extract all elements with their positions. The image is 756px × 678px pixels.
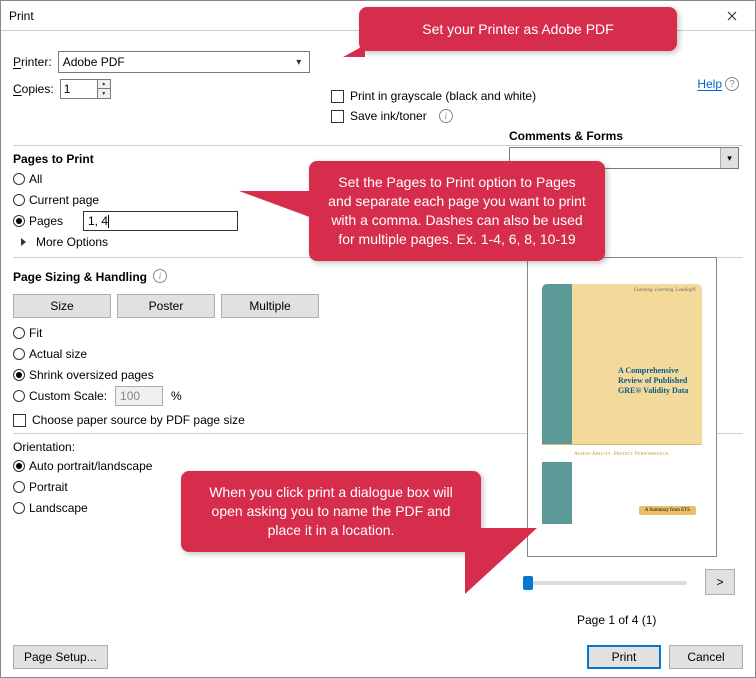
printer-select[interactable]: Adobe PDF ▾ [58,51,310,73]
print-preview: Listening. Learning. Leading® A Comprehe… [521,257,735,557]
chevron-down-icon: ▾ [720,148,738,168]
window-title: Print [9,9,34,23]
annotation-callout-printer: Set your Printer as Adobe PDF [359,7,677,51]
portrait-label: Portrait [29,480,68,494]
close-icon [727,11,737,21]
choose-source-label: Choose paper source by PDF page size [32,413,245,427]
copies-spinner[interactable]: ▲ ▼ [98,79,111,99]
fit-label: Fit [29,326,42,340]
next-page-button[interactable]: > [705,569,735,595]
radio-icon [13,481,25,493]
close-button[interactable] [709,1,755,31]
grayscale-checkbox[interactable]: Print in grayscale (black and white) [331,89,536,103]
spin-down-icon[interactable]: ▼ [98,89,110,98]
radio-current-label: Current page [29,193,99,207]
percent-label: % [171,389,182,403]
spin-up-icon[interactable]: ▲ [98,80,110,89]
annotation-callout-pages: Set the Pages to Print option to Pages a… [309,161,605,261]
multiple-button[interactable]: Multiple [221,294,319,318]
radio-icon [13,502,25,514]
footer: Page Setup... Print Cancel [1,637,755,677]
annotation-callout-print-dialog: When you click print a dialogue box will… [181,471,481,552]
poster-button[interactable]: Poster [117,294,215,318]
preview-summary-badge: A Summary from ETS [639,506,696,515]
actual-label: Actual size [29,347,87,361]
save-ink-checkbox[interactable]: Save ink/toner i [331,109,536,123]
radio-icon [13,194,25,206]
custom-scale-input: 100 [115,386,163,406]
pages-input-value: 1, 4 [88,214,108,228]
info-icon[interactable]: i [439,109,453,123]
preview-tagline-small: Listening. Learning. Leading® [634,288,696,293]
checkbox-icon [331,110,344,123]
help-link[interactable]: Help ? [697,77,739,91]
sizing-title: Page Sizing & Handling [13,270,147,284]
radio-icon [13,390,25,402]
chevron-down-icon: ▾ [291,54,307,70]
radio-icon [13,348,25,360]
checkbox-icon [13,414,26,427]
auto-orient-label: Auto portrait/landscape [29,459,152,473]
grayscale-label: Print in grayscale (black and white) [350,89,536,103]
preview-doc-title: A Comprehensive Review of Published GRE®… [618,366,696,396]
radio-icon-selected [13,369,25,381]
custom-label: Custom Scale: [29,389,107,403]
help-link-text: Help [697,77,722,91]
page-setup-button[interactable]: Page Setup... [13,645,108,669]
radio-pages-label: Pages [29,214,79,228]
page-indicator: Page 1 of 4 (1) [577,613,656,627]
info-icon[interactable]: i [153,269,167,283]
zoom-slider-track[interactable] [527,581,687,585]
print-button[interactable]: Print [587,645,661,669]
radio-icon-selected [13,460,25,472]
triangle-right-icon [21,238,26,246]
copies-label: Copies: [13,82,54,96]
radio-icon [13,327,25,339]
save-ink-label: Save ink/toner [350,109,427,123]
printer-value: Adobe PDF [63,55,125,69]
radio-icon [13,173,25,185]
more-options-label: More Options [36,235,108,249]
shrink-label: Shrink oversized pages [29,368,154,382]
preview-paper: Listening. Learning. Leading® A Comprehe… [527,257,717,557]
comments-title: Comments & Forms [509,129,623,143]
copies-input[interactable]: 1 [60,79,98,99]
radio-icon-selected [13,215,25,227]
printer-label: Printer: [13,55,52,69]
cancel-button[interactable]: Cancel [669,645,743,669]
landscape-label: Landscape [29,501,88,515]
radio-all-label: All [29,172,42,186]
size-button[interactable]: Size [13,294,111,318]
copies-value: 1 [64,82,71,96]
text-cursor [108,215,109,228]
checkbox-icon [331,90,344,103]
pages-input[interactable]: 1, 4 [83,211,238,231]
preview-tagline: Assess Ability. Predict Performance. [542,444,702,462]
help-icon: ? [725,77,739,91]
